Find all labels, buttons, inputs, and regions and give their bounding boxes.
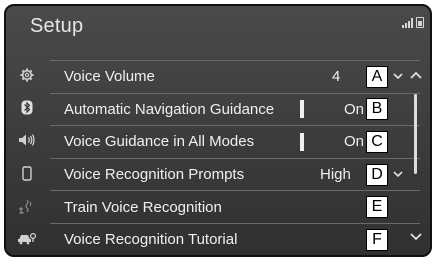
signal-icon	[402, 18, 413, 28]
row-label: Voice Guidance in All Modes	[64, 133, 255, 151]
voice-icon[interactable]	[6, 189, 48, 222]
toggle-indicator	[300, 132, 304, 151]
toggle-indicator	[300, 100, 304, 119]
phone-icon[interactable]	[6, 157, 48, 190]
row-label: Train Voice Recognition	[64, 198, 222, 216]
setup-screen: Setup Voice Volume 4 A Automatic Navigat…	[4, 4, 432, 257]
chevron-down-icon[interactable]	[391, 168, 405, 182]
voice-volume-value: 4	[332, 68, 341, 86]
scroll-down-icon[interactable]	[410, 228, 422, 246]
auto-nav-guidance-value: On	[344, 100, 365, 118]
callout-label: C	[366, 130, 388, 153]
gear-icon[interactable]	[6, 59, 48, 92]
voice-recognition-prompts-value: High	[320, 166, 351, 184]
callout-label: E	[366, 196, 388, 219]
row-label: Voice Recognition Prompts	[64, 166, 245, 184]
voice-guidance-all-modes-value: On	[344, 133, 365, 151]
battery-icon	[416, 17, 424, 28]
voice-recognition-tutorial-row[interactable]: Voice Recognition Tutorial F	[50, 222, 420, 255]
row-label: Automatic Navigation Guidance	[64, 100, 275, 118]
callout-label: B	[366, 98, 388, 121]
car-icon[interactable]	[6, 222, 48, 255]
callout-label: D	[366, 163, 388, 186]
row-label: Voice Volume	[64, 68, 155, 86]
status-indicators	[402, 14, 424, 28]
voice-volume-row[interactable]: Voice Volume 4 A	[50, 60, 420, 93]
voice-recognition-prompts-row[interactable]: Voice Recognition Prompts High D	[50, 157, 420, 191]
chevron-down-icon[interactable]	[391, 70, 405, 84]
auto-nav-guidance-row[interactable]: Automatic Navigation Guidance On B	[50, 92, 420, 126]
row-label: Voice Recognition Tutorial	[64, 231, 238, 249]
callout-label: F	[366, 228, 388, 251]
voice-guidance-all-modes-row[interactable]: Voice Guidance in All Modes On C	[50, 125, 420, 158]
scroll-up-icon[interactable]	[410, 66, 422, 84]
bluetooth-icon[interactable]	[6, 92, 48, 125]
train-voice-recognition-row[interactable]: Train Voice Recognition E	[50, 190, 420, 223]
callout-label: A	[366, 65, 388, 88]
sidebar	[6, 59, 48, 255]
scrollbar[interactable]	[414, 94, 417, 174]
speaker-icon[interactable]	[6, 124, 48, 157]
page-title: Setup	[30, 15, 84, 37]
settings-list: Voice Volume 4 A Automatic Navigation Gu…	[50, 60, 420, 255]
